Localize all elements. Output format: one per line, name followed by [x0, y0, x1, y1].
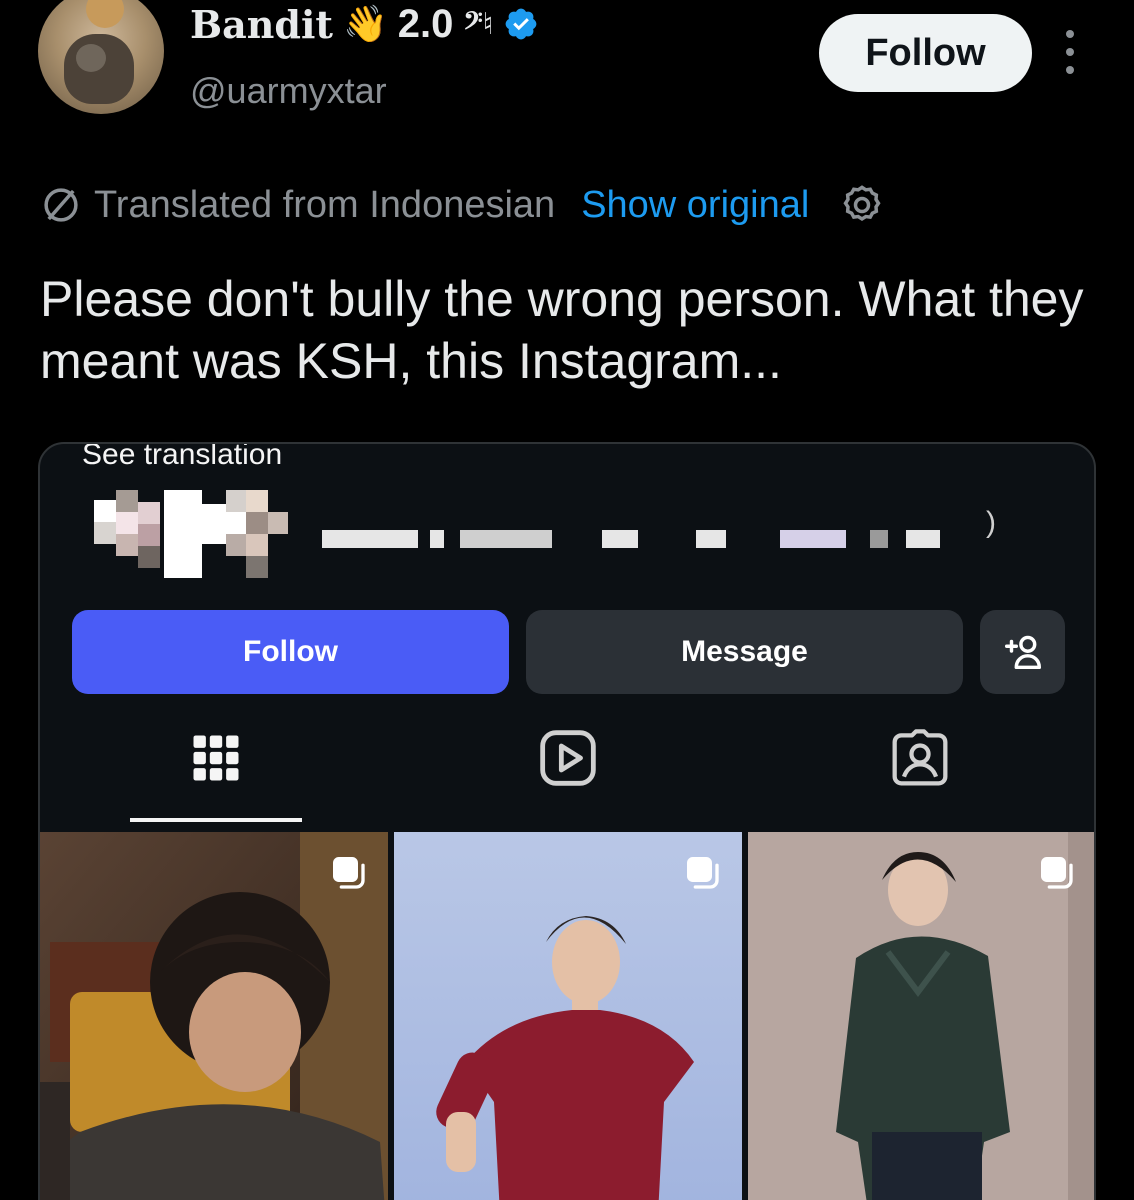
wave-emoji: 👋	[342, 3, 388, 45]
tab-posts[interactable]	[184, 726, 248, 790]
globe-slash-icon	[44, 188, 78, 222]
tab-tagged[interactable]	[888, 726, 952, 790]
tweet-page: Bandit 👋 2.0 𝄢♮ @uarmyxtar Follow Transl…	[0, 0, 1134, 1200]
ig-follow-button[interactable]: Follow	[72, 610, 509, 694]
more-dot	[1066, 66, 1074, 74]
active-tab-indicator	[130, 818, 302, 822]
translation-row: Translated from Indonesian Show original	[40, 182, 885, 228]
avatar-kitten	[76, 44, 106, 72]
embedded-image[interactable]: See translation) Follow Message	[38, 442, 1096, 1200]
tab-reels[interactable]	[536, 726, 600, 790]
tagged-icon	[892, 729, 948, 786]
grid-photo-3[interactable]	[748, 832, 1094, 1200]
display-name[interactable]: Bandit 👋 2.0 𝄢♮	[190, 1, 539, 47]
show-original-link[interactable]: Show original	[581, 184, 809, 227]
gear-icon[interactable]	[839, 182, 885, 228]
see-translation-label: See translation	[82, 442, 283, 471]
ig-message-button[interactable]: Message	[526, 610, 963, 694]
user-handle[interactable]: @uarmyxtar	[190, 70, 387, 112]
tweet-text: Please don't bully the wrong person. Wha…	[40, 271, 1084, 389]
bio-paren: )	[986, 506, 996, 539]
music-glyphs: 𝄢♮	[463, 6, 494, 42]
add-user-icon	[1004, 635, 1041, 670]
multi-photo-icon	[333, 857, 365, 889]
grid-icon	[193, 735, 239, 781]
display-name-suffix: 2.0	[397, 1, 454, 46]
more-dot	[1066, 30, 1074, 38]
reels-icon	[540, 730, 596, 786]
more-options-icon[interactable]	[1060, 30, 1080, 74]
grid-photo-2[interactable]	[394, 832, 742, 1200]
multi-photo-icon	[1041, 857, 1073, 889]
more-dot	[1066, 48, 1074, 56]
grid-photo-1[interactable]	[40, 832, 388, 1200]
multi-photo-icon	[687, 857, 719, 889]
avatar[interactable]	[38, 0, 164, 114]
add-user-button[interactable]	[980, 610, 1065, 694]
translated-from-label: Translated from Indonesian	[94, 183, 556, 226]
display-name-text: Bandit	[190, 1, 333, 47]
verified-badge-icon	[506, 8, 537, 40]
avatar-cat-head	[86, 0, 124, 28]
follow-button[interactable]: Follow	[819, 14, 1032, 92]
